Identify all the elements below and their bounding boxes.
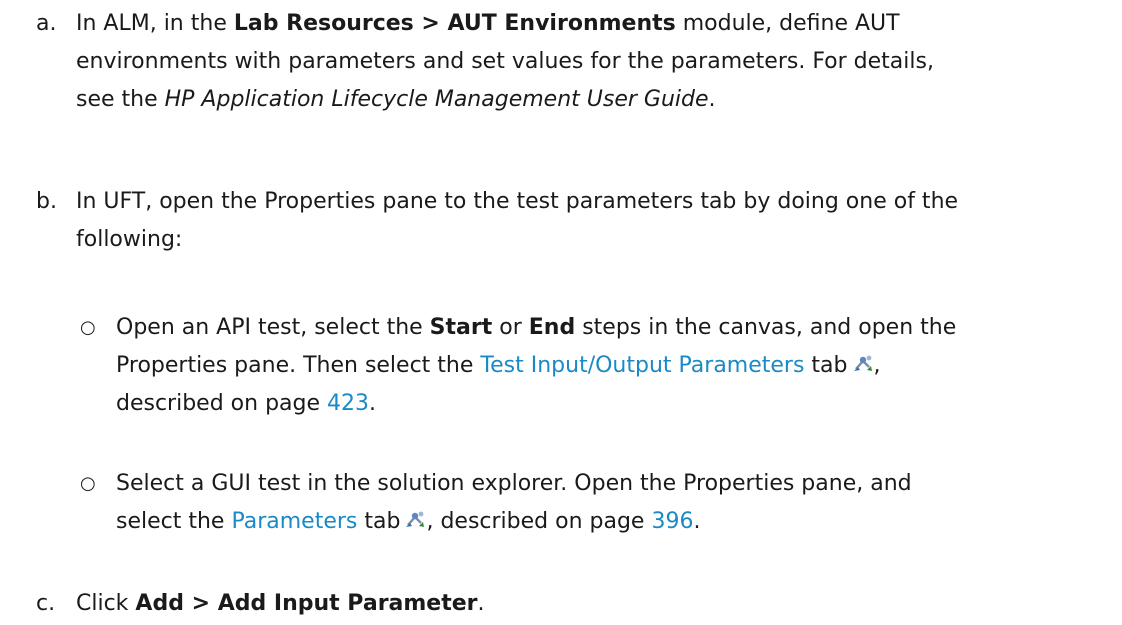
text-run: described on page [116,391,328,416]
parameters-link[interactable]: Parameters [231,509,357,534]
sub-item-body: Open an API test, select the Start or En… [116,309,1081,423]
step-body: In ALM, in the Lab Resources > AUT Envir… [76,5,1116,119]
step-line: Select a GUI test in the solution explor… [116,471,912,496]
text-run: Properties pane. Then select the [116,353,481,378]
text-run: select the [116,509,232,534]
text-run: In ALM, in the [76,11,234,36]
menu-path: Lab Resources > AUT Environments [233,11,676,36]
page-396-link[interactable]: 396 [651,509,693,534]
step-body: In UFT, open the Properties pane to the … [76,183,1116,259]
text-run: . [693,509,701,534]
text-run: , described on page [426,509,652,534]
step-line: In ALM, in the Lab Resources > AUT Envir… [76,5,1116,43]
step-line: environments with parameters and set val… [76,49,934,74]
step-line: see the HP Application Lifecycle Managem… [76,81,1116,119]
page-423-link[interactable]: 423 [327,391,369,416]
step-marker: b. [36,189,57,214]
step-line: select the Parameters tab , described on … [116,503,1081,541]
text-run: . [708,87,716,112]
step-line: Open an API test, select the Start or En… [116,309,1081,347]
text-run: steps in the canvas, and open the [575,315,957,340]
step-marker: a. [36,11,57,36]
text-run: module, define AUT [675,11,900,36]
test-io-parameters-link[interactable]: Test Input/Output Parameters [480,353,804,378]
step-line: In UFT, open the Properties pane to the … [76,189,959,214]
guide-title: HP Application Lifecycle Management User… [164,87,709,112]
sub-item-body: Select a GUI test in the solution explor… [116,465,1081,541]
text-run: Click [76,591,136,616]
text-run: see the [76,87,165,112]
step-marker: c. [36,591,56,616]
text-run: Open an API test, select the [116,315,430,340]
text-run: tab [357,509,401,534]
step-line: Properties pane. Then select the Test In… [116,347,1081,385]
bullet-circle: ○ [80,473,96,494]
menu-path: Add > Add Input Parameter [135,591,478,616]
parameters-icon [852,349,874,371]
step-line: Click Add > Add Input Parameter. [76,585,1116,623]
text-run: . [369,391,377,416]
text-run: or [492,315,529,340]
parameters-icon [404,505,426,527]
start-label: Start [429,315,493,340]
bullet-circle: ○ [80,317,96,338]
document-page: a. In ALM, in the Lab Resources > AUT En… [0,0,1122,625]
step-line: following: [76,227,183,252]
text-run: tab [804,353,848,378]
step-line: described on page 423. [116,385,1081,423]
text-run: . [477,591,485,616]
end-label: End [528,315,576,340]
step-body: Click Add > Add Input Parameter. [76,585,1116,623]
text-run: , [873,353,881,378]
